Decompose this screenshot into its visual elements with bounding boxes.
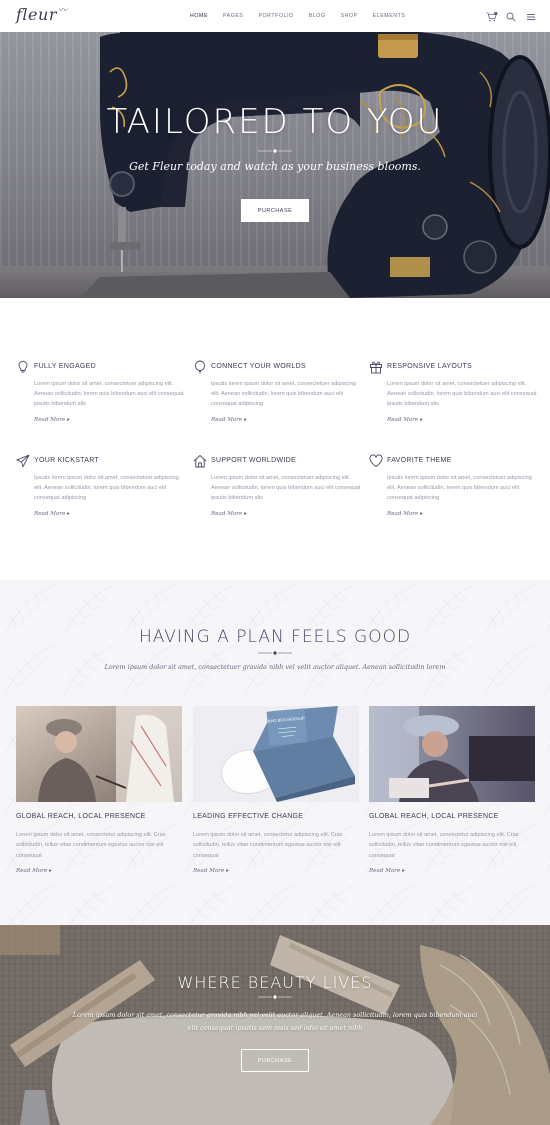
plan-section: HAVING A PLAN FEELS GOOD Lorem ipsum dol… bbox=[0, 580, 550, 925]
feature-text: Lorem ipsum dolor sit amet, consectetuer… bbox=[211, 475, 361, 501]
logo-swoosh-icon: 〰 bbox=[57, 6, 68, 16]
nav-pages[interactable]: PAGES bbox=[223, 13, 244, 19]
read-more-link[interactable]: Read More ▸ bbox=[34, 417, 70, 423]
heart-icon bbox=[369, 454, 383, 468]
lightbulb-icon bbox=[18, 360, 28, 373]
plan-card: BAG BOX MOCKUP LEADING EFFECTIVE CHANGE … bbox=[193, 706, 359, 874]
feature-text: Ipsutis lorem ipsum dolor sit amet, cons… bbox=[387, 475, 532, 501]
feature-title: SUPPORT WORLDWIDE bbox=[211, 457, 296, 464]
site-header: fleur〰 HOME PAGES PORTFOLIO BLOG SHOP EL… bbox=[0, 0, 550, 32]
feature-title: CONNECT YOUR WORLDS bbox=[211, 363, 306, 370]
beauty-title: WHERE BEAUTY LIVES bbox=[177, 973, 373, 992]
card-title: GLOBAL REACH, LOCAL PRESENCE bbox=[16, 813, 146, 820]
logo-text: fleur bbox=[16, 5, 57, 24]
balloon-icon bbox=[195, 360, 205, 374]
feature-text: Ipsutis lorem ipsum dolor sit amet, cons… bbox=[211, 381, 356, 407]
read-more-link[interactable]: Read More ▸ bbox=[387, 511, 423, 517]
house-icon bbox=[193, 454, 207, 468]
card-title: GLOBAL REACH, LOCAL PRESENCE bbox=[369, 813, 499, 820]
read-more-link[interactable]: Read More ▸ bbox=[211, 511, 247, 517]
cart-icon[interactable]: 0 bbox=[486, 9, 498, 22]
beauty-section: WHERE BEAUTY LIVES Lorem ipsum dolor sit… bbox=[0, 925, 550, 1125]
nav-blog[interactable]: BLOG bbox=[309, 13, 326, 19]
feature-text: Ipsutis lorem ipsum dolor sit amet, cons… bbox=[34, 475, 179, 501]
gift-icon bbox=[370, 361, 382, 374]
hero-section: TAILORED TO YOU Get Fleur today and watc… bbox=[0, 32, 550, 298]
feature-title: RESPONSIVE LAYOUTS bbox=[387, 363, 473, 370]
card-image-tailor[interactable] bbox=[16, 706, 182, 802]
nav-shop[interactable]: SHOP bbox=[341, 13, 358, 19]
feature-text: Lorem ipsum dolor sit amet, consectetuer… bbox=[34, 381, 184, 407]
purchase-button-outline[interactable]: PURCHASE bbox=[241, 1049, 309, 1072]
hero-subtitle: Get Fleur today and watch as your busine… bbox=[129, 160, 421, 173]
plan-card: GLOBAL REACH, LOCAL PRESENCE Lorem ipsum… bbox=[16, 706, 182, 874]
plan-subtitle: Lorem ipsum dolor sit amet, consectetuer… bbox=[104, 663, 446, 671]
nav-portfolio[interactable]: PORTFOLIO bbox=[258, 13, 293, 19]
read-more-link[interactable]: Read More ▸ bbox=[34, 511, 70, 517]
read-more-link[interactable]: Read More ▸ bbox=[16, 868, 52, 874]
plan-card: GLOBAL REACH, LOCAL PRESENCE Lorem ipsum… bbox=[369, 706, 535, 874]
plan-title: HAVING A PLAN FEELS GOOD bbox=[138, 627, 412, 647]
purchase-button[interactable]: PURCHASE bbox=[241, 199, 309, 222]
header-icons: 0 bbox=[486, 9, 536, 22]
feature-text: Lorem ipsum dolor sit amet, consectetuer… bbox=[387, 381, 537, 407]
nav-home[interactable]: HOME bbox=[190, 13, 208, 19]
paper-plane-icon bbox=[16, 454, 30, 468]
search-icon[interactable] bbox=[506, 9, 516, 22]
read-more-link[interactable]: Read More ▸ bbox=[193, 868, 229, 874]
read-more-link[interactable]: Read More ▸ bbox=[211, 417, 247, 423]
plan-divider bbox=[258, 650, 292, 656]
feature-title: FULLY ENGAGED bbox=[34, 363, 96, 370]
card-text: Lorem ipsum dolor sit amet, consectetur … bbox=[193, 832, 343, 859]
nav-elements[interactable]: ELEMENTS bbox=[373, 13, 406, 19]
menu-icon[interactable] bbox=[526, 9, 536, 20]
read-more-link[interactable]: Read More ▸ bbox=[387, 417, 423, 423]
feature-title: YOUR KICKSTART bbox=[34, 457, 100, 464]
card-image-box[interactable]: BAG BOX MOCKUP bbox=[193, 706, 359, 802]
features-section: FULLY ENGAGED Lorem ipsum dolor sit amet… bbox=[0, 298, 550, 580]
card-image-sewing[interactable] bbox=[369, 706, 535, 802]
card-text: Lorem ipsum dolor sit amet, consectetur … bbox=[16, 832, 166, 859]
beauty-subtitle: Lorem ipsum dolor sit amet, consectetur … bbox=[72, 1011, 478, 1032]
hero-divider bbox=[258, 148, 292, 154]
hero-title: TAILORED TO YOU bbox=[106, 102, 444, 142]
read-more-link[interactable]: Read More ▸ bbox=[369, 868, 405, 874]
feature-title: FAVORITE THEME bbox=[387, 457, 452, 464]
main-nav: HOME PAGES PORTFOLIO BLOG SHOP ELEMENTS bbox=[190, 0, 420, 32]
beauty-divider bbox=[258, 994, 292, 1000]
logo[interactable]: fleur〰 bbox=[16, 5, 68, 24]
card-title: LEADING EFFECTIVE CHANGE bbox=[193, 813, 304, 820]
card-text: Lorem ipsum dolor sit amet, consectetur … bbox=[369, 832, 519, 859]
